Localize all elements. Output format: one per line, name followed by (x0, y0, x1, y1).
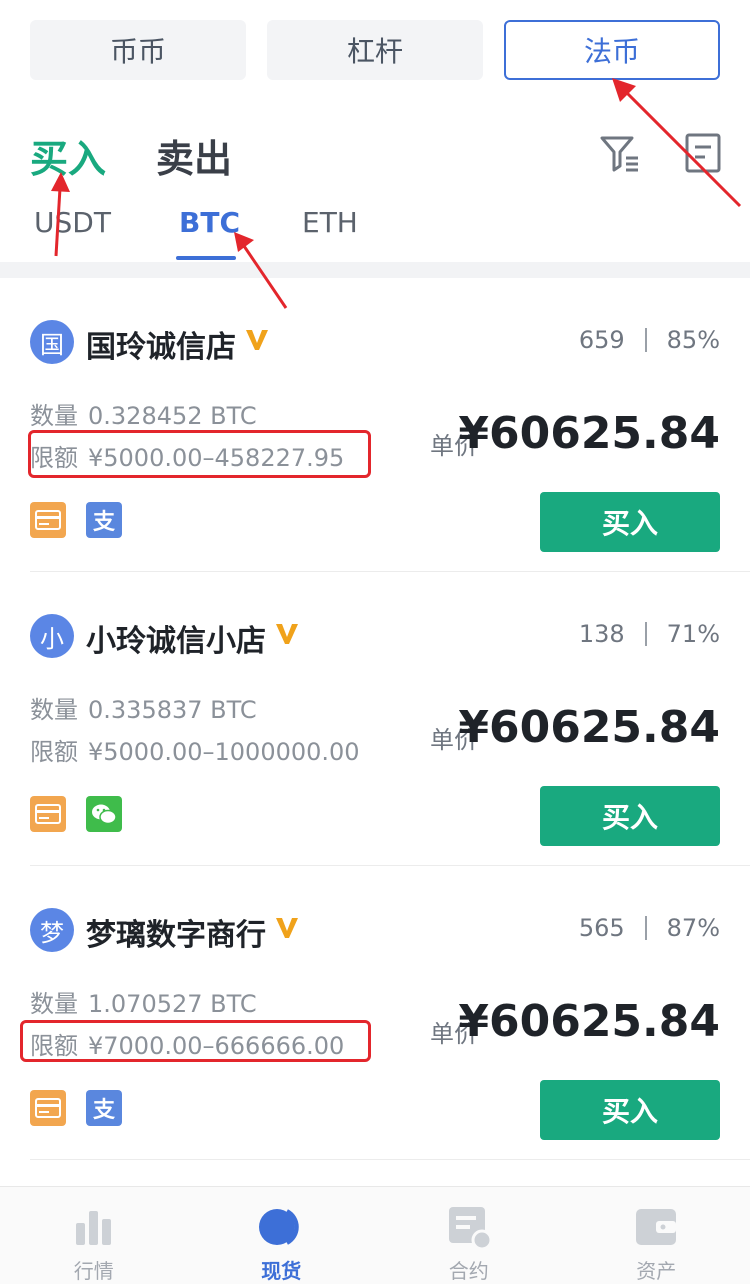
merchant-card: 国 国玲诚信店 659 85% 数量 0.328452 BTC 限额 ¥5000.0… (0, 278, 750, 572)
order-count: 138 (578, 620, 625, 648)
quantity-value: 0.335837 BTC (88, 696, 257, 724)
limit-value: ¥5000.00–1000000.00 (88, 738, 360, 766)
wechat-pay-icon (86, 796, 122, 832)
order-count: 565 (578, 914, 625, 942)
limit-label: 限额 (30, 738, 78, 766)
limit-highlight-box (20, 1020, 371, 1062)
stats-divider (644, 328, 647, 352)
spot-circle-icon (259, 1209, 299, 1245)
unit-price-value: ¥60625.84 (458, 702, 720, 753)
tab-sell[interactable]: 卖出 (156, 128, 232, 183)
merchant-card: 小 小玲诚信小店 138 71% 数量 0.335837 BTC 限额 ¥5000.… (0, 572, 750, 866)
tab-coin-coin[interactable]: 币币 (30, 20, 246, 80)
tab-margin[interactable]: 杠杆 (267, 20, 483, 80)
alipay-icon: 支 (86, 502, 122, 538)
contract-icon (448, 1207, 493, 1251)
section-separator (0, 262, 750, 278)
buy-button[interactable]: 买入 (540, 492, 720, 552)
nav-spot[interactable]: 现货 (188, 1187, 376, 1284)
bank-card-icon (30, 1090, 66, 1126)
card-divider (30, 1159, 750, 1160)
merchant-stats: 565 87% (579, 914, 720, 942)
tab-buy[interactable]: 买入 (30, 128, 106, 183)
verified-icon (276, 918, 298, 938)
nav-market-label: 行情 (73, 1259, 114, 1283)
wallet-icon (636, 1209, 677, 1245)
buy-button[interactable]: 买入 (540, 786, 720, 846)
tab-usdt[interactable]: USDT (34, 206, 111, 239)
quantity-label: 数量 (30, 990, 78, 1018)
limit-row: 限额 ¥5000.00–1000000.00 (30, 732, 360, 767)
market-type-tabs: 币币 杠杆 法币 (30, 20, 720, 80)
avatar[interactable]: 国 (30, 320, 74, 364)
avatar[interactable]: 梦 (30, 908, 74, 952)
avatar[interactable]: 小 (30, 614, 74, 658)
completion-rate: 71% (666, 620, 720, 648)
nav-contract[interactable]: 合约 (375, 1187, 563, 1284)
filter-icon[interactable] (598, 132, 642, 176)
tab-eth[interactable]: ETH (302, 206, 358, 239)
stats-divider (644, 916, 647, 940)
nav-assets[interactable]: 资产 (563, 1187, 750, 1284)
quantity-value: 0.328452 BTC (88, 402, 257, 430)
merchant-card: 梦 梦璃数字商行 565 87% 数量 1.070527 BTC 限额 ¥7000.… (0, 866, 750, 1160)
quantity-row: 数量 1.070527 BTC (30, 984, 257, 1019)
bottom-navigation: 行情 现货 合约 资产 (0, 1186, 750, 1284)
quantity-row: 数量 0.335837 BTC (30, 690, 257, 725)
merchant-stats: 659 85% (579, 326, 720, 354)
quantity-label: 数量 (30, 696, 78, 724)
stats-divider (644, 622, 647, 646)
active-tab-underline (176, 256, 236, 260)
verified-icon (276, 624, 298, 644)
unit-price-value: ¥60625.84 (458, 996, 720, 1047)
quantity-label: 数量 (30, 402, 78, 430)
trade-side-row: 买入 卖出 (30, 128, 721, 188)
completion-rate: 87% (666, 914, 720, 942)
nav-spot-label: 现货 (261, 1259, 302, 1283)
merchant-stats: 138 71% (579, 620, 720, 648)
order-count: 659 (578, 326, 625, 354)
alipay-icon: 支 (86, 1090, 122, 1126)
tab-btc[interactable]: BTC (179, 206, 240, 239)
unit-price-value: ¥60625.84 (458, 408, 720, 459)
verified-icon (246, 330, 268, 350)
buy-button[interactable]: 买入 (540, 1080, 720, 1140)
completion-rate: 85% (666, 326, 720, 354)
bank-card-icon (30, 796, 66, 832)
bank-card-icon (30, 502, 66, 538)
merchant-name[interactable]: 国玲诚信店 (86, 322, 236, 366)
quantity-value: 1.070527 BTC (88, 990, 257, 1018)
merchant-name[interactable]: 小玲诚信小店 (86, 616, 266, 660)
limit-highlight-box (28, 430, 371, 478)
nav-contract-label: 合约 (448, 1259, 489, 1283)
quantity-row: 数量 0.328452 BTC (30, 396, 257, 431)
bar-chart-icon (75, 1211, 111, 1245)
merchant-name[interactable]: 梦璃数字商行 (86, 910, 266, 954)
nav-market[interactable]: 行情 (0, 1187, 188, 1284)
tab-fiat[interactable]: 法币 (504, 20, 720, 80)
order-list-icon[interactable] (682, 132, 726, 176)
nav-assets-label: 资产 (636, 1259, 677, 1283)
